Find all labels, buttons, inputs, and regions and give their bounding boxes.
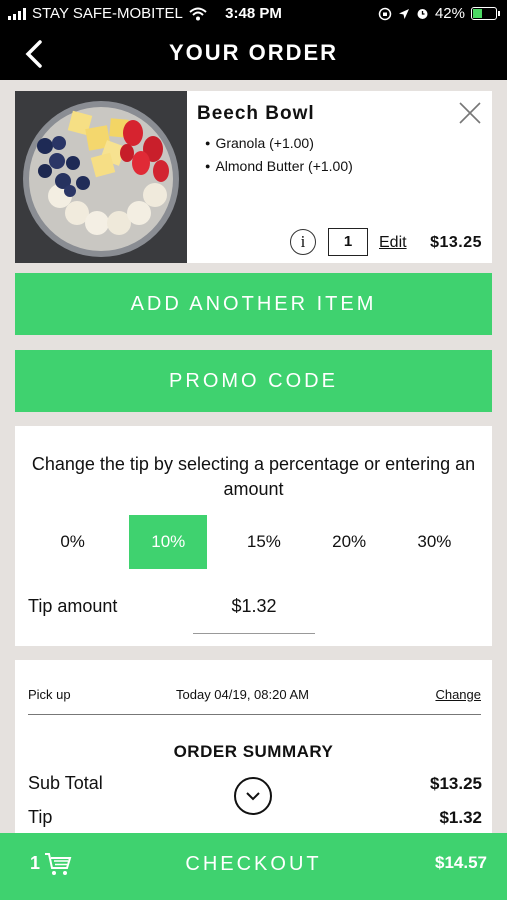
item-name: Beech Bowl (197, 103, 315, 124)
item-price: $13.25 (430, 234, 482, 251)
tip-option-30[interactable]: 30% (392, 515, 477, 569)
add-another-item-button[interactable]: ADD ANOTHER ITEM (15, 273, 492, 335)
checkout-button[interactable]: CHECKOUT (0, 853, 507, 876)
tip-options: 0% 10% 15% 20% 30% (30, 515, 477, 569)
info-icon[interactable]: i (290, 229, 316, 255)
tip-option-10[interactable]: 10% (129, 515, 208, 569)
subtotal-label: Sub Total (28, 773, 103, 793)
battery-icon (471, 7, 500, 20)
item-photo (15, 91, 187, 263)
checkout-total: $14.57 (435, 853, 487, 872)
tip-value: $1.32 (439, 808, 482, 827)
pickup-label: Pick up (28, 687, 71, 702)
rotation-lock-icon (378, 7, 392, 20)
tip-option-15[interactable]: 15% (221, 515, 306, 569)
subtotal-value: $13.25 (430, 774, 482, 793)
modifier-item: Almond Butter (+1.00) (205, 158, 352, 174)
battery-fill (473, 9, 482, 18)
change-pickup-link[interactable]: Change (435, 687, 481, 702)
status-bar: STAY SAFE-MOBITEL 3:48 PM 42% (0, 0, 507, 28)
tip-option-20[interactable]: 20% (307, 515, 392, 569)
chevron-down-icon[interactable] (234, 777, 272, 815)
order-summary-card: Pick up Today 04/19, 08:20 AM Change ORD… (15, 660, 492, 840)
order-item-card: Beech Bowl Granola (+1.00) Almond Butter… (15, 91, 492, 263)
pickup-time: Today 04/19, 08:20 AM (176, 687, 309, 702)
promo-code-button[interactable]: PROMO CODE (15, 350, 492, 412)
tip-card: Change the tip by selecting a percentage… (15, 426, 492, 646)
modifier-item: Granola (+1.00) (205, 135, 353, 151)
status-right: 42% (378, 5, 500, 22)
close-icon[interactable] (456, 99, 484, 127)
tip-label: Tip (28, 807, 53, 827)
page-title: YOUR ORDER (168, 40, 339, 65)
battery-percent: 42% (434, 5, 465, 22)
pickup-row: Pick up Today 04/19, 08:20 AM Change (28, 687, 481, 715)
checkout-bar[interactable]: 1 CHECKOUT $14.57 (0, 833, 507, 900)
quantity-input[interactable]: 1 (328, 228, 368, 256)
nav-bar: YOUR ORDER (0, 28, 507, 80)
item-modifiers: Granola (+1.00) Almond Butter (+1.00) (205, 135, 353, 181)
tip-amount-input[interactable]: $1.32 (193, 592, 315, 634)
alarm-icon (417, 9, 428, 19)
location-icon (398, 8, 409, 19)
summary-title: ORDER SUMMARY (173, 742, 334, 761)
tip-option-0[interactable]: 0% (30, 515, 115, 569)
edit-item-link[interactable]: Edit (379, 234, 407, 252)
tip-amount-label: Tip amount (28, 596, 118, 616)
tip-instruction: Change the tip by selecting a percentage… (31, 454, 476, 499)
acai-bowl-image (15, 91, 187, 263)
